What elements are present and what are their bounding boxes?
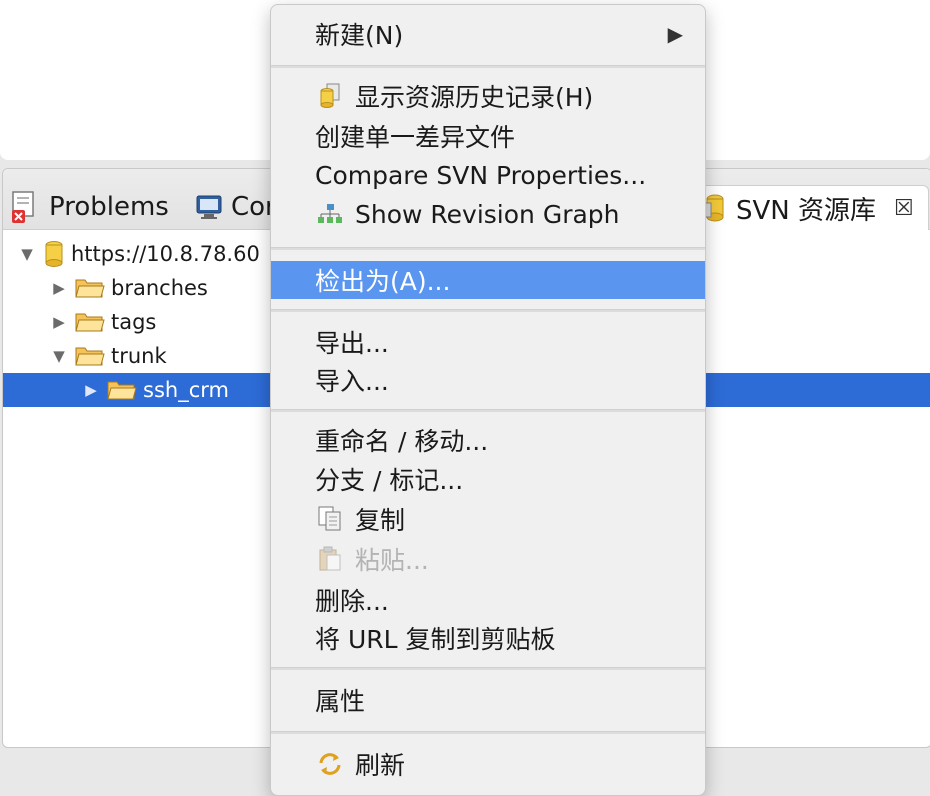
chevron-right-icon[interactable]: ▶ xyxy=(81,381,101,399)
copy-icon xyxy=(315,504,345,534)
menu-item-copy-url[interactable]: 将 URL 复制到剪贴板 xyxy=(271,619,705,657)
console-icon xyxy=(195,193,223,221)
menu-item-create-patch[interactable]: 创建单一差异文件 xyxy=(271,117,705,155)
submenu-arrow-icon: ▶ xyxy=(667,22,683,46)
chevron-down-icon[interactable]: ▼ xyxy=(17,245,37,263)
chevron-right-icon[interactable]: ▶ xyxy=(49,279,69,297)
refresh-icon xyxy=(315,749,345,779)
revision-graph-icon xyxy=(315,199,345,229)
menu-item-delete[interactable]: 删除... xyxy=(271,581,705,619)
menu-item-new[interactable]: 新建(N) ▶ xyxy=(271,15,705,53)
menu-separator xyxy=(271,667,705,670)
menu-item-checkout-as[interactable]: 检出为(A)... xyxy=(271,261,705,299)
menu-item-refresh[interactable]: 刷新 xyxy=(271,745,705,783)
menu-item-copy[interactable]: 复制 xyxy=(271,500,705,538)
problems-icon xyxy=(11,190,41,224)
tab-problems[interactable]: Problems xyxy=(11,185,169,229)
context-menu: 新建(N) ▶ 显示资源历史记录(H) 创建单一差异文件 Compare SVN… xyxy=(270,4,706,796)
folder-icon xyxy=(75,311,105,333)
paste-icon xyxy=(315,544,345,574)
menu-separator xyxy=(271,65,705,68)
folder-icon xyxy=(75,277,105,299)
menu-item-paste[interactable]: 粘贴... xyxy=(271,540,705,578)
menu-separator xyxy=(271,731,705,734)
menu-item-branch-tag[interactable]: 分支 / 标记... xyxy=(271,460,705,498)
menu-item-show-history[interactable]: 显示资源历史记录(H) xyxy=(271,77,705,115)
menu-item-import[interactable]: 导入... xyxy=(271,361,705,399)
chevron-down-icon[interactable]: ▼ xyxy=(49,347,69,365)
menu-item-compare-svn-properties[interactable]: Compare SVN Properties... xyxy=(271,156,705,194)
repository-icon xyxy=(43,240,65,268)
menu-separator xyxy=(271,309,705,312)
menu-item-properties[interactable]: 属性 xyxy=(271,681,705,719)
menu-separator xyxy=(271,247,705,250)
close-icon[interactable]: ☒ xyxy=(894,196,914,221)
menu-item-rename-move[interactable]: 重命名 / 移动... xyxy=(271,421,705,459)
tab-console[interactable]: Cor xyxy=(195,185,276,229)
menu-separator xyxy=(271,409,705,412)
folder-icon xyxy=(107,379,137,401)
folder-icon xyxy=(75,345,105,367)
history-icon xyxy=(315,81,345,111)
chevron-right-icon[interactable]: ▶ xyxy=(49,313,69,331)
menu-item-show-revision-graph[interactable]: Show Revision Graph xyxy=(271,195,705,233)
tab-svn-repositories[interactable]: SVN 资源库 ☒ xyxy=(675,185,929,230)
menu-item-export[interactable]: 导出... xyxy=(271,323,705,361)
